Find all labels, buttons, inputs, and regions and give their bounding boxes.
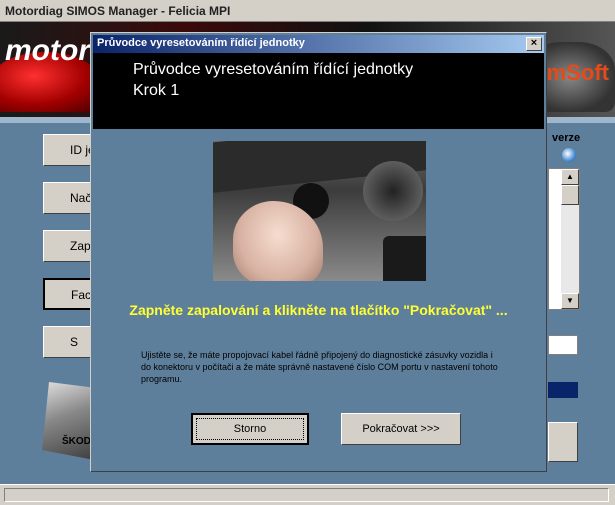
status-bar — [0, 484, 615, 505]
dialog-title: Průvodce vyresetováním řídící jednotky — [97, 37, 305, 49]
version-label: verze — [552, 132, 581, 144]
dialog-title-bar[interactable]: Průvodce vyresetováním řídící jednotky × — [93, 35, 544, 53]
scroll-up-icon[interactable]: ▲ — [561, 169, 579, 185]
ignition-key-photo — [213, 141, 426, 281]
instruction-message: Zapněte zapalování a klikněte na tlačítk… — [129, 302, 508, 318]
dialog-header: Průvodce vyresetováním řídící jednotky K… — [93, 53, 544, 129]
close-icon[interactable]: × — [526, 37, 542, 51]
progress-bar — [548, 382, 578, 398]
continue-button-label: Pokračovat >>> — [362, 423, 440, 435]
banner-logo: motor — [5, 34, 90, 67]
settings-button-label: S — [70, 335, 79, 349]
main-window-title-bar[interactable]: Motordiag SIMOS Manager - Felicia MPI — [0, 0, 615, 22]
cancel-button[interactable]: Storno — [191, 413, 309, 445]
main-window-title: Motordiag SIMOS Manager - Felicia MPI — [5, 4, 231, 18]
info-text: Ujistěte se, že máte propojovací kabel ř… — [141, 350, 498, 384]
brand-logo: mSoft — [546, 60, 609, 85]
focus-rect — [196, 418, 304, 440]
com-port-field[interactable] — [548, 335, 578, 355]
globe-icon[interactable] — [562, 148, 576, 162]
skoda-label: ŠKOD — [62, 436, 91, 447]
wizard-step: Krok 1 — [133, 82, 180, 99]
scroll-down-icon[interactable]: ▼ — [561, 293, 579, 309]
listbox-scrollbar[interactable]: ▲ ▼ — [561, 169, 579, 309]
wizard-title: Průvodce vyresetováním řídící jednotky — [133, 61, 414, 78]
action-button[interactable] — [548, 422, 578, 462]
scroll-thumb[interactable] — [561, 185, 579, 205]
reset-wizard-dialog: Průvodce vyresetováním řídící jednotky ×… — [90, 32, 547, 472]
status-panel — [4, 488, 609, 502]
continue-button[interactable]: Pokračovat >>> — [341, 413, 461, 445]
